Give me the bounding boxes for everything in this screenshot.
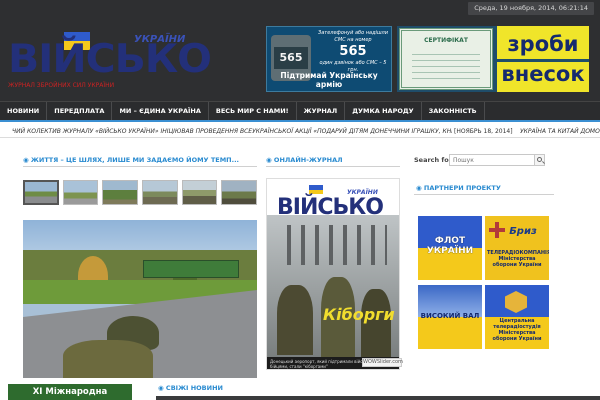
flag-icon bbox=[309, 185, 323, 194]
partner-high-val-label: ВИСОКИЙ ВАЛ bbox=[420, 312, 480, 320]
image-road-sign bbox=[143, 260, 239, 278]
image-soldier bbox=[63, 340, 153, 378]
certificate-title: СЕРТИФІКАТ bbox=[424, 37, 468, 44]
thumbnail[interactable] bbox=[102, 180, 138, 205]
section-title-partners[interactable]: ◉ ПАРТНЕРИ ПРОЕКТУ bbox=[416, 184, 501, 192]
nav-item-subscription[interactable]: ПЕРЕДПЛАТА bbox=[47, 102, 113, 120]
partner-tv-studio-label: Центральна телерадіостудія Міністерства … bbox=[492, 318, 542, 342]
donate-word-1: зроби bbox=[507, 32, 579, 56]
partner-tv-studio[interactable]: Центральна телерадіостудія Міністерства … bbox=[485, 285, 549, 349]
ticker-headline[interactable]: ЧИЙ КОЛЕКТИВ ЖУРНАЛУ «ВІЙСЬКО УКРАЇНИ» І… bbox=[12, 126, 452, 138]
main-navigation: НОВИНИ ПЕРЕДПЛАТА МИ – ЄДИНА УКРАЇНА ВЕС… bbox=[0, 101, 600, 122]
thumbnail[interactable] bbox=[62, 180, 99, 205]
ticker-headline-next[interactable]: УКРАЇНА ТА КИТАЙ ДОМОВ bbox=[520, 126, 600, 138]
site-logo[interactable]: ВІЙСЬКО УКРАЇНИ ЖУРНАЛ ЗБРОЙНИХ СИЛ УКРА… bbox=[6, 30, 212, 90]
sms-donation-banner[interactable]: 565 Зателефонуй або надішли СМС на номер… bbox=[266, 26, 392, 92]
certificate-image: СЕРТИФІКАТ bbox=[399, 28, 493, 90]
event-banner[interactable]: ХІ Міжнародна bbox=[8, 384, 132, 400]
site-header: Среда, 19 ноября, 2014, 06:21:14 ВІЙСЬКО… bbox=[0, 0, 600, 101]
magazine-photo bbox=[267, 215, 399, 357]
news-divider-bar bbox=[156, 396, 600, 400]
thumbnail[interactable] bbox=[221, 180, 257, 205]
partner-bg bbox=[418, 317, 482, 349]
partner-fleet-label: ФЛОТ УКРАЇНИ bbox=[426, 236, 474, 256]
thumbnail[interactable] bbox=[23, 180, 59, 205]
sms-banner-number: 565 bbox=[339, 44, 367, 59]
logo-word: ВІЙСЬКО bbox=[8, 37, 212, 82]
nav-item-people-opinion[interactable]: ДУМКА НАРОДУ bbox=[345, 102, 422, 120]
section-divider bbox=[23, 166, 257, 167]
ticker-date: [НОЯБРЬ 18, 2014] bbox=[454, 128, 513, 135]
partner-fleet[interactable]: ФЛОТ УКРАЇНИ bbox=[418, 216, 482, 280]
magazine-cover[interactable]: УКРАЇНИ ВІЙСЬКО Кіборги Донецький аеропо… bbox=[266, 178, 400, 370]
nav-item-news[interactable]: НОВИНИ bbox=[0, 102, 48, 120]
section-title-news[interactable]: ◉ СВІЖІ НОВИНИ bbox=[158, 384, 223, 392]
magazine-cover-headline: Кіборги bbox=[323, 305, 395, 324]
nav-item-world-with-us[interactable]: ВЕСЬ МИР С НАМИ! bbox=[209, 102, 297, 120]
photo-structure bbox=[287, 225, 387, 265]
photo-soldier bbox=[277, 285, 313, 355]
news-ticker: ЧИЙ КОЛЕКТИВ ЖУРНАЛУ «ВІЙСЬКО УКРАЇНИ» І… bbox=[0, 126, 600, 138]
slider-credit-badge[interactable]: WOWSlider.com bbox=[362, 358, 403, 367]
nav-item-magazine[interactable]: ЖУРНАЛ bbox=[297, 102, 346, 120]
donate-word-2: внесок bbox=[501, 62, 585, 86]
section-divider bbox=[414, 194, 554, 195]
date-time-display: Среда, 19 ноября, 2014, 06:21:14 bbox=[468, 2, 594, 15]
slider-thumbnails bbox=[23, 180, 257, 208]
partner-high-val[interactable]: ВИСОКИЙ ВАЛ bbox=[418, 285, 482, 349]
section-title-life[interactable]: ◉ ЖИТТЯ – ЦЕ ШЛЯХ, ЛИШЕ МИ ЗАДАЄМО ЙОМУ … bbox=[23, 156, 239, 164]
nav-item-legality[interactable]: ЗАКОННІСТЬ bbox=[422, 102, 485, 120]
partner-briz-desc: ТЕЛЕРАДІОКОМПАНІЯ Міністерства оборони У… bbox=[487, 250, 549, 268]
thumbnail[interactable] bbox=[181, 180, 218, 205]
donate-banner[interactable]: СЕРТИФІКАТ зроби внесок bbox=[397, 26, 589, 92]
partner-briz-label: Бриз bbox=[509, 226, 537, 237]
sms-banner-slogan: Підтримай Українську армію bbox=[280, 71, 378, 89]
partner-briz[interactable]: Бриз ТЕЛЕРАДІОКОМПАНІЯ Міністерства обор… bbox=[485, 216, 549, 280]
search-input[interactable] bbox=[449, 154, 535, 166]
featured-slider-image[interactable] bbox=[23, 220, 257, 378]
search-button[interactable] bbox=[535, 154, 545, 166]
thumbnail[interactable] bbox=[142, 180, 178, 205]
search-icon bbox=[537, 157, 542, 162]
nav-item-united-ukraine[interactable]: МИ – ЄДИНА УКРАЇНА bbox=[112, 102, 209, 120]
certificate-lines bbox=[412, 49, 480, 83]
section-title-online[interactable]: ◉ ОНЛАЙН-ЖУРНАЛ bbox=[266, 156, 343, 164]
donate-box: зроби внесок bbox=[497, 26, 589, 92]
sms-banner-text: Зателефонуй або надішли СМС на номер bbox=[318, 30, 388, 43]
phone-screen-number: 565 bbox=[274, 47, 308, 69]
page: Среда, 19 ноября, 2014, 06:21:14 ВІЙСЬКО… bbox=[0, 0, 600, 400]
logo-subtitle: УКРАЇНИ bbox=[134, 34, 186, 45]
section-divider bbox=[266, 166, 400, 167]
logo-tagline: ЖУРНАЛ ЗБРОЙНИХ СИЛ УКРАЇНИ bbox=[8, 82, 115, 89]
main-content: ЧИЙ КОЛЕКТИВ ЖУРНАЛУ «ВІЙСЬКО УКРАЇНИ» І… bbox=[0, 122, 600, 400]
